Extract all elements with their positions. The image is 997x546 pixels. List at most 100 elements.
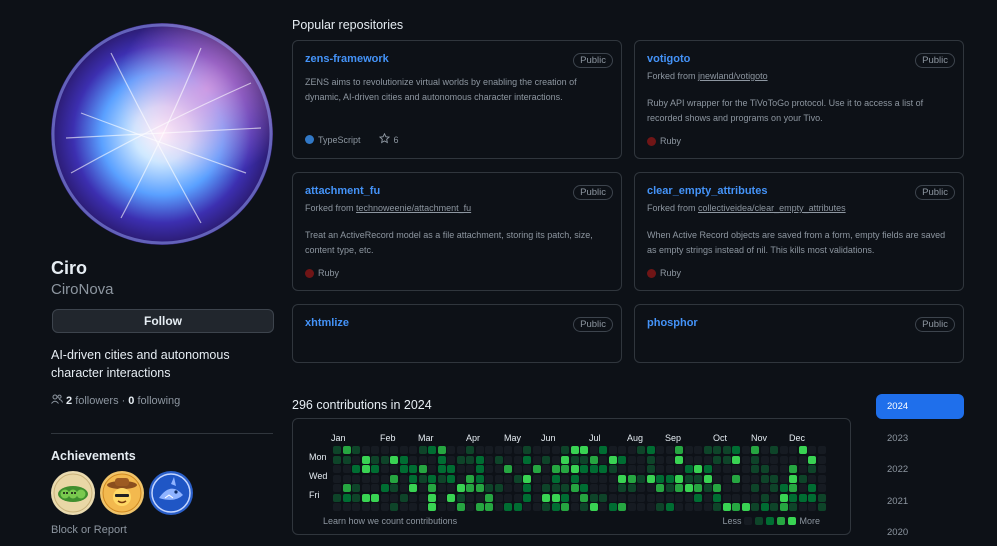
contribution-cell[interactable] <box>760 493 769 502</box>
star-icon[interactable] <box>378 132 390 146</box>
contribution-cell[interactable] <box>380 455 389 464</box>
contribution-cell[interactable] <box>399 474 408 483</box>
contribution-cell[interactable] <box>551 484 560 492</box>
contribution-cell[interactable] <box>741 465 750 473</box>
contribution-cell[interactable] <box>390 484 398 492</box>
contribution-cell[interactable] <box>637 484 645 492</box>
contribution-cell[interactable] <box>561 446 569 454</box>
contribution-cell[interactable] <box>390 446 398 454</box>
contribution-cell[interactable] <box>352 493 360 502</box>
year-2023[interactable]: 2023 <box>876 426 964 451</box>
contribution-cell[interactable] <box>608 455 617 464</box>
contribution-cell[interactable] <box>798 493 807 502</box>
contribution-cell[interactable] <box>684 493 693 502</box>
contribution-cell[interactable] <box>637 493 645 502</box>
contribution-cell[interactable] <box>580 484 588 492</box>
shark-icon[interactable] <box>149 471 193 515</box>
contribution-cell[interactable] <box>798 503 807 511</box>
contribution-cell[interactable] <box>342 493 351 502</box>
contribution-cell[interactable] <box>580 493 588 502</box>
contribution-cell[interactable] <box>608 493 617 502</box>
contribution-cell[interactable] <box>456 503 465 511</box>
contribution-cell[interactable] <box>665 503 674 511</box>
contribution-cell[interactable] <box>798 474 807 483</box>
contribution-cell[interactable] <box>770 484 778 492</box>
contribution-cell[interactable] <box>361 474 370 483</box>
contribution-cell[interactable] <box>352 455 360 464</box>
contribution-cell[interactable] <box>599 455 607 464</box>
contribution-cell[interactable] <box>342 484 351 492</box>
contribution-cell[interactable] <box>646 474 655 483</box>
contribution-cell[interactable] <box>333 465 341 473</box>
contribution-cell[interactable] <box>570 465 579 473</box>
contribution-cell[interactable] <box>618 484 626 492</box>
contribution-cell[interactable] <box>437 474 446 483</box>
contribution-cell[interactable] <box>751 465 759 473</box>
contribution-cell[interactable] <box>409 474 417 483</box>
contribution-cell[interactable] <box>732 493 740 502</box>
contribution-cell[interactable] <box>760 474 769 483</box>
contribution-cell[interactable] <box>342 465 351 473</box>
contribution-cell[interactable] <box>504 465 512 473</box>
contribution-cell[interactable] <box>542 474 550 483</box>
repo-link[interactable]: zens-framework <box>305 53 389 65</box>
contribution-cell[interactable] <box>418 455 427 464</box>
contribution-cell[interactable] <box>656 474 664 483</box>
contribution-cell[interactable] <box>789 503 797 511</box>
contribution-cell[interactable] <box>789 474 797 483</box>
contribution-cell[interactable] <box>599 474 607 483</box>
contribution-cell[interactable] <box>656 493 664 502</box>
contribution-cell[interactable] <box>656 465 664 473</box>
contribution-cell[interactable] <box>466 455 474 464</box>
contribution-cell[interactable] <box>703 503 712 511</box>
contribution-cell[interactable] <box>751 484 759 492</box>
repo-link[interactable]: votigoto <box>647 53 690 65</box>
contribution-cell[interactable] <box>428 474 436 483</box>
year-2020[interactable]: 2020 <box>876 520 964 545</box>
contribution-cell[interactable] <box>371 503 379 511</box>
contribution-cell[interactable] <box>542 455 550 464</box>
contribution-cell[interactable] <box>532 484 541 492</box>
contribution-cell[interactable] <box>646 484 655 492</box>
contribution-cell[interactable] <box>475 484 484 492</box>
contribution-cell[interactable] <box>466 446 474 454</box>
contribution-cell[interactable] <box>722 503 731 511</box>
repo-link[interactable]: xhtmlize <box>305 317 349 329</box>
contribution-cell[interactable] <box>428 484 436 492</box>
contribution-cell[interactable] <box>380 484 389 492</box>
contribution-cell[interactable] <box>779 503 788 511</box>
contribution-cell[interactable] <box>409 493 417 502</box>
contribution-cell[interactable] <box>380 474 389 483</box>
contribution-cell[interactable] <box>646 455 655 464</box>
contribution-cell[interactable] <box>760 484 769 492</box>
contribution-cell[interactable] <box>504 455 512 464</box>
contribution-cell[interactable] <box>551 465 560 473</box>
contribution-cell[interactable] <box>380 493 389 502</box>
contribution-cell[interactable] <box>494 474 503 483</box>
contribution-cell[interactable] <box>637 465 645 473</box>
contribution-cell[interactable] <box>713 446 721 454</box>
contribution-cell[interactable] <box>542 446 550 454</box>
contribution-cell[interactable] <box>418 446 427 454</box>
contribution-cell[interactable] <box>428 503 436 511</box>
contribution-cell[interactable] <box>523 484 531 492</box>
contribution-cell[interactable] <box>637 455 645 464</box>
contribution-cell[interactable] <box>599 503 607 511</box>
contribution-cell[interactable] <box>390 493 398 502</box>
contribution-cell[interactable] <box>798 455 807 464</box>
contribution-cell[interactable] <box>789 446 797 454</box>
contribution-cell[interactable] <box>618 465 626 473</box>
contribution-cell[interactable] <box>779 493 788 502</box>
contribution-cell[interactable] <box>722 493 731 502</box>
contribution-cell[interactable] <box>703 446 712 454</box>
contribution-cell[interactable] <box>589 493 598 502</box>
contribution-cell[interactable] <box>637 446 645 454</box>
contribution-cell[interactable] <box>741 455 750 464</box>
contribution-cell[interactable] <box>637 474 645 483</box>
contribution-cell[interactable] <box>551 446 560 454</box>
contribution-cell[interactable] <box>570 493 579 502</box>
contribution-cell[interactable] <box>580 474 588 483</box>
contribution-cell[interactable] <box>532 503 541 511</box>
contribution-cell[interactable] <box>513 446 522 454</box>
contribution-cell[interactable] <box>618 493 626 502</box>
